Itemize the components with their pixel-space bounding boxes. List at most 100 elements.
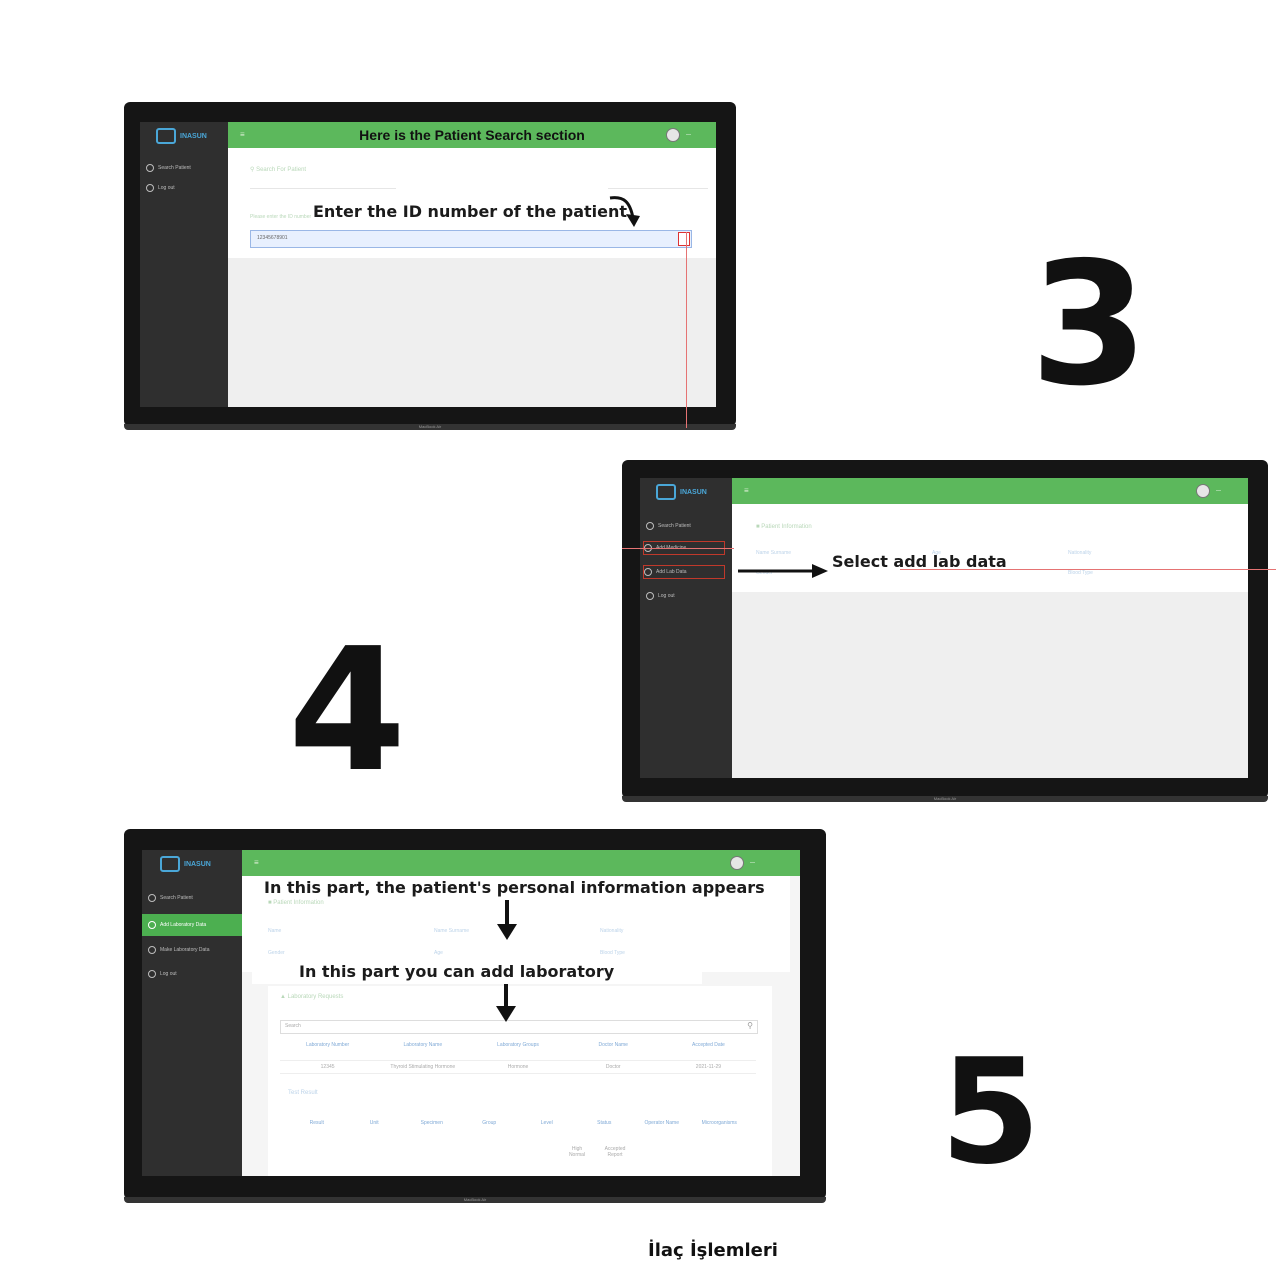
table-cell: Hormone [507,1064,529,1070]
search-placeholder: Search [285,1023,301,1029]
search-heading-text: Search For Patient [256,167,307,173]
field-nationality: Nationality [600,928,624,934]
avatar[interactable] [666,128,680,142]
sidebar-item-label: Search Patient [658,523,691,529]
arrow-curved-icon [609,196,640,227]
avatar[interactable] [1196,484,1210,498]
column-header: Operator Name [644,1120,679,1126]
avatar[interactable] [730,856,744,870]
logout-icon [146,184,154,192]
sidebar-item-search-patient[interactable]: Search Patient [146,164,191,172]
user-name[interactable]: — [1216,488,1221,494]
lab-table-header: Laboratory Number Laboratory Name Labora… [280,1042,756,1048]
sidebar-item-label: Add Laboratory Data [160,922,207,928]
app-logo: INASUN [656,484,707,500]
step-number-5: 5 [940,1028,1041,1197]
menu-icon[interactable]: ≡ [254,858,259,867]
flask-icon [644,568,652,576]
logo-icon [160,856,180,872]
column-header: Microorganisms [701,1120,737,1126]
field-nationality: Nationality [1068,550,1092,556]
flask-icon: ▲ [280,994,286,1000]
list-icon [148,946,156,954]
patient-info-heading: ■ Patient Information [756,524,812,530]
user-card-icon: ■ [756,524,760,530]
field-blood-type: Blood Type [600,950,625,956]
sidebar-item-label: Search Patient [158,165,191,171]
field-age: Age [434,950,443,956]
sidebar: INASUN Search Patient Log out [140,122,228,407]
table-row[interactable]: 12345 Thyroid Stimulating Hormone Hormon… [280,1060,756,1074]
step-number-4: 4 [288,612,407,810]
section-heading-text: Patient Information [273,900,324,906]
field-blood-type: Blood Type [1068,570,1093,576]
column-header: Unit [369,1120,379,1126]
search-icon [146,164,154,172]
header-bar: ≡ — [732,478,1248,504]
main-content: ■ Patient Information Name Surname Age N… [732,504,1248,778]
logo-text: INASUN [680,488,707,496]
table-cell: 12345 [320,1064,335,1070]
column-header: Result [309,1120,324,1126]
sidebar-item-label: Log out [158,185,175,191]
laptop-brand: MacBook Air [418,424,442,429]
page-title: Here is the Patient Search section [359,127,585,143]
arrow-down-icon [497,900,517,940]
column-header: Level [540,1120,553,1126]
user-name[interactable]: — [750,860,755,866]
table-cell: Thyroid Stimulating Hormone [390,1064,456,1070]
test-result-heading: Test Result [288,1090,318,1096]
logo-icon [656,484,676,500]
search-icon [148,894,156,902]
user-card-icon: ■ [268,900,272,906]
user-name[interactable]: — [686,132,691,138]
column-header: Laboratory Groups [497,1042,539,1048]
lab-requests-panel: ▲ Laboratory Requests Search ⚲ Laborator… [268,986,772,1176]
sidebar-item-add-laboratory-data[interactable]: Add Laboratory Data [142,914,242,936]
guide-line [686,232,687,428]
laptop-brand: MacBook Air [463,1197,487,1202]
sidebar: INASUN Search Patient Add Medicine Add L… [640,478,732,778]
column-header: Specimen [420,1120,443,1126]
sidebar-item-search-patient[interactable]: Search Patient [646,522,691,530]
patient-id-input[interactable]: 12345678901 [250,230,692,248]
sidebar-item-add-lab-data[interactable]: Add Lab Data [643,565,725,579]
lab-heading-text: Laboratory Requests [287,994,344,1000]
lab-requests-heading: ▲ Laboratory Requests [280,994,343,1000]
annotation-add-laboratory: In this part you can add laboratory [299,962,615,981]
search-button[interactable] [678,232,690,246]
search-icon: ⚲ [250,167,255,173]
sidebar-item-label: Log out [658,593,675,599]
field-name: Name [268,928,282,934]
search-heading: ⚲ Search For Patient [250,166,306,173]
menu-icon[interactable]: ≡ [744,486,749,495]
section-heading-text: Patient Information [761,524,812,530]
field-name-surname: Name Surname [434,928,470,934]
sidebar-item-label: Log out [160,971,177,977]
sidebar-item-make-laboratory-data[interactable]: Make Laboratory Data [148,946,209,954]
sidebar-item-logout[interactable]: Log out [148,970,177,978]
main-content: ■ Patient Information Name Name Surname … [242,876,800,1176]
sidebar-item-label: Make Laboratory Data [160,947,210,953]
lab-search-input[interactable]: Search ⚲ [280,1020,758,1034]
logo-icon [156,128,176,144]
sidebar-item-logout[interactable]: Log out [146,184,175,192]
result-cell-status: Accepted Report [604,1146,626,1158]
result-table-header: Result Unit Specimen Group Level Status … [288,1120,748,1126]
column-header: Laboratory Number [306,1042,350,1048]
column-header: Status [597,1120,612,1126]
sidebar-item-logout[interactable]: Log out [646,592,675,600]
sidebar-item-label: Add Lab Data [656,569,687,575]
guide-line [622,548,734,549]
column-header: Laboratory Name [403,1042,443,1048]
annotation-personal-info: In this part, the patient's personal inf… [264,878,765,897]
column-header: Doctor Name [598,1042,628,1048]
sidebar-item-label: Search Patient [160,895,193,901]
table-cell: 2021-11-29 [695,1064,722,1070]
column-header: Accepted Date [692,1042,725,1048]
flask-icon [148,921,156,929]
sidebar-item-search-patient[interactable]: Search Patient [148,894,193,902]
header-bar: ≡ Here is the Patient Search section — [228,122,716,148]
divider [608,188,708,189]
search-icon[interactable]: ⚲ [747,1021,753,1030]
